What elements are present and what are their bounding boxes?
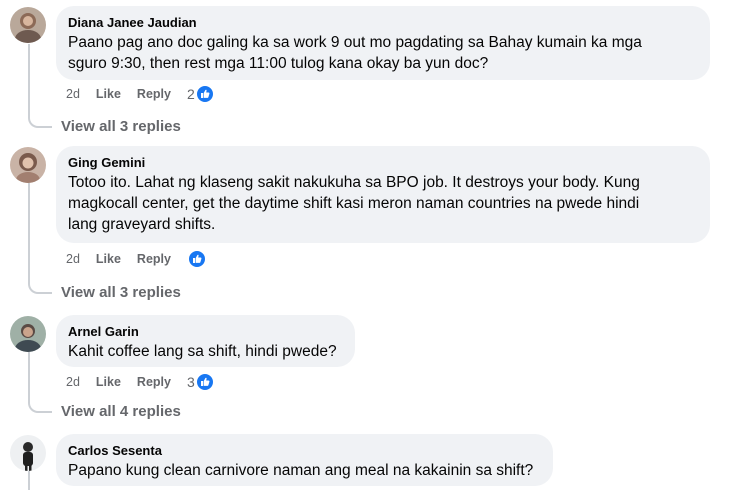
view-replies-link[interactable]: View all 3 replies — [61, 284, 181, 301]
like-button[interactable]: Like — [96, 375, 121, 389]
thread-line — [28, 470, 30, 490]
view-replies-link[interactable]: View all 3 replies — [61, 118, 181, 135]
comment-text-line: Paano pag ano doc galing ka sa work 9 ou… — [68, 34, 642, 51]
comment-author[interactable]: Carlos Sesenta — [68, 442, 541, 460]
comment-actions: 2d Like Reply — [66, 248, 206, 270]
comment-text-line: Totoo ito. Lahat ng klaseng sakit nakuku… — [68, 174, 640, 191]
reply-button[interactable]: Reply — [137, 375, 171, 389]
comment-timestamp[interactable]: 2d — [66, 375, 80, 389]
comment-text-line: sguro 9:30, then rest mga 11:00 tulog ka… — [68, 55, 489, 72]
avatar[interactable] — [10, 7, 46, 43]
comment-actions: 2d Like Reply 2 — [66, 83, 214, 105]
reaction-count[interactable]: 3 — [187, 373, 214, 391]
comment-timestamp[interactable]: 2d — [66, 87, 80, 101]
comment-bubble: Arnel Garin Kahit coffee lang sa shift, … — [56, 315, 355, 367]
avatar[interactable] — [10, 147, 46, 183]
comment-author[interactable]: Arnel Garin — [68, 323, 343, 341]
thread-hook — [28, 116, 52, 128]
thread-line — [28, 44, 30, 116]
thread-line — [28, 352, 30, 401]
thread-hook — [28, 401, 52, 413]
avatar[interactable] — [10, 316, 46, 352]
comment-bubble: Ging Gemini Totoo ito. Lahat ng klaseng … — [56, 146, 710, 243]
reaction-number: 3 — [186, 374, 195, 390]
view-replies-link[interactable]: View all 4 replies — [61, 403, 181, 420]
comment-text-line: lang graveyard shifts. — [68, 216, 216, 233]
thread-line — [28, 183, 30, 282]
thread-hook — [28, 282, 52, 294]
thumbs-up-icon — [195, 85, 214, 103]
reaction-count[interactable] — [187, 250, 206, 268]
comment-bubble: Carlos Sesenta Papano kung clean carnivo… — [56, 434, 553, 486]
avatar[interactable] — [10, 435, 46, 471]
reaction-number: 2 — [186, 86, 195, 102]
comment-bubble: Diana Janee Jaudian Paano pag ano doc ga… — [56, 6, 710, 80]
reply-button[interactable]: Reply — [137, 252, 171, 266]
comment-actions: 2d Like Reply 3 — [66, 371, 214, 393]
comment-author[interactable]: Ging Gemini — [68, 154, 698, 172]
thumbs-up-icon — [195, 373, 214, 391]
like-button[interactable]: Like — [96, 87, 121, 101]
thumbs-up-icon — [187, 250, 206, 268]
reply-button[interactable]: Reply — [137, 87, 171, 101]
comment-author[interactable]: Diana Janee Jaudian — [68, 14, 698, 32]
comment-timestamp[interactable]: 2d — [66, 252, 80, 266]
comment-text-line: magkocall center, get the daytime shift … — [68, 195, 640, 212]
like-button[interactable]: Like — [96, 252, 121, 266]
reaction-count[interactable]: 2 — [187, 85, 214, 103]
comment-text-line: Kahit coffee lang sa shift, hindi pwede? — [68, 343, 337, 360]
comment-text-line: Papano kung clean carnivore naman ang me… — [68, 462, 534, 479]
